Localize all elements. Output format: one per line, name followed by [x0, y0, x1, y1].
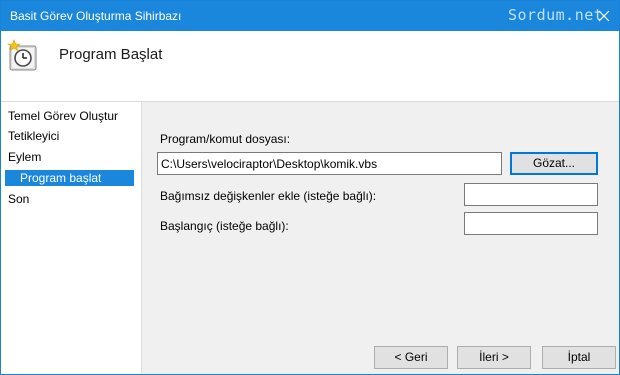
page-heading: Program Başlat: [59, 46, 163, 63]
browse-button[interactable]: Gözat...: [510, 152, 598, 175]
cancel-button[interactable]: İptal: [542, 346, 616, 369]
title-bar[interactable]: Basit Görev Oluşturma Sihirbazı Sordum.n…: [1, 1, 619, 31]
next-button[interactable]: İleri >: [457, 346, 531, 369]
watermark-text: Sordum.net: [508, 6, 604, 24]
start-in-input[interactable]: [464, 212, 598, 235]
wizard-steps-sidebar: Temel Görev Oluştur Tetikleyici Eylem Pr…: [1, 102, 142, 374]
sidebar-item-create-basic-task[interactable]: Temel Görev Oluştur: [8, 108, 118, 124]
close-button[interactable]: [592, 5, 616, 27]
back-button[interactable]: < Geri: [374, 346, 448, 369]
program-script-input[interactable]: [157, 152, 502, 175]
sidebar-item-trigger[interactable]: Tetikleyici: [8, 128, 59, 144]
wizard-header: Program Başlat: [1, 31, 619, 102]
window-title: Basit Görev Oluşturma Sihirbazı: [10, 9, 182, 23]
wizard-window: Basit Görev Oluşturma Sihirbazı Sordum.n…: [0, 0, 620, 375]
sidebar-item-action[interactable]: Eylem: [8, 149, 41, 165]
start-in-label: Başlangıç (isteğe bağlı):: [160, 219, 289, 233]
arguments-input[interactable]: [464, 183, 598, 206]
arguments-label: Bağımsız değişkenler ekle (isteğe bağlı)…: [160, 189, 377, 203]
task-scheduler-clock-icon: [7, 39, 37, 71]
program-script-label: Program/komut dosyası:: [160, 132, 291, 146]
sidebar-item-finish[interactable]: Son: [8, 191, 29, 207]
wizard-content: Program/komut dosyası: Gözat... Bağımsız…: [142, 102, 619, 374]
sidebar-item-start-program[interactable]: Program başlat: [5, 170, 134, 186]
close-icon: [598, 10, 610, 22]
